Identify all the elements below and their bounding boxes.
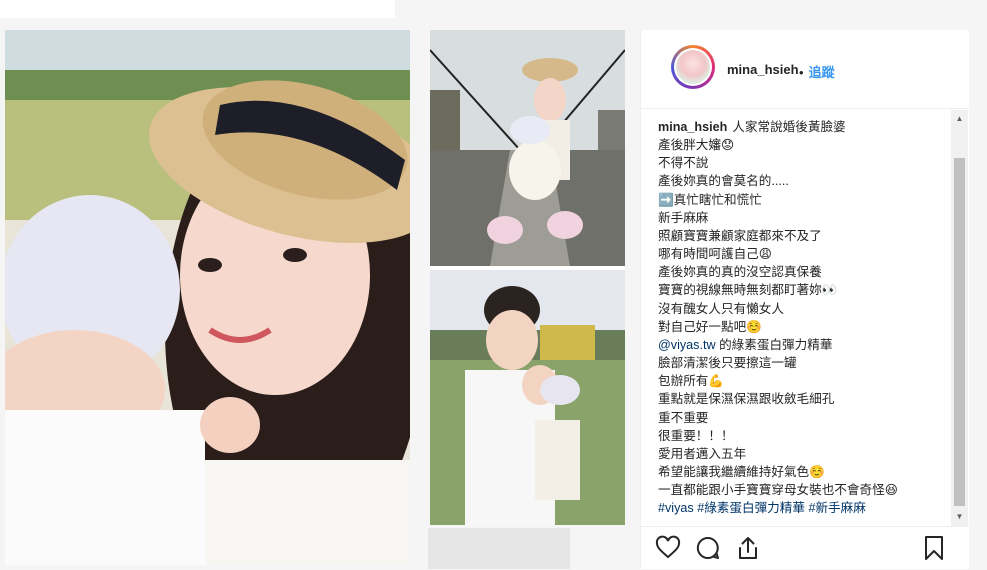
caption-line: 照顧寶寶兼顧家庭都來不及了 [658,228,822,243]
post-username[interactable]: mina_hsieh [727,62,799,77]
heart-icon[interactable] [655,535,681,561]
collage-footer [428,528,570,569]
caption-line: 新手麻麻 [658,210,709,225]
caption-line: 的綠素蛋白彈力精華 [715,337,833,352]
caption-line: 重點就是保濕保濕跟收斂毛細孔 [658,392,835,407]
scroll-down-arrow-icon[interactable]: ▼ [951,510,968,524]
caption-line: 不得不說 [658,156,709,171]
action-bar [641,526,969,570]
caption-line: 產後妳真的會莫名的..... [658,174,789,189]
caption-line: 希望能讓我繼續維持好氣色☺️ [658,464,825,479]
caption-line: 寶寶的視線無時無刻都盯著妳👀 [658,283,838,298]
caption-scrollbar[interactable]: ▲ ▼ [951,110,968,526]
caption: mina_hsieh 人家常說婚後黃臉婆 產後胖大嬸😟 不得不說 產後妳真的會莫名… [658,118,948,516]
follow-label: 追蹤 [808,65,835,80]
collage-top-art [430,30,625,266]
main-photo[interactable] [5,30,410,565]
caption-line: 愛用者邁入五年 [658,446,747,461]
caption-line: 哪有時間呵護自己😩 [658,247,772,262]
collage-bottom-art [430,270,625,525]
caption-line: 產後妳真的真的沒空認真保養 [658,265,822,280]
top-strip [0,0,395,18]
follow-button[interactable]: • 追蹤 [799,62,835,81]
separator-dot: • [799,65,804,80]
hashtags-link[interactable]: #viyas #綠素蛋白彈力精華 #新手麻麻 [658,499,948,516]
caption-line: 沒有醜女人只有懶女人 [658,301,784,316]
scrollbar-thumb[interactable] [954,158,965,506]
avatar[interactable] [671,45,715,89]
post-panel: mina_hsieh • 追蹤 mina_hsieh 人家常說婚後黃臉婆 產後胖大嬸… [640,30,969,569]
caption-line: 很重要！！！ [658,428,734,443]
collage-photo-top[interactable] [430,30,625,266]
scroll-up-arrow-icon[interactable]: ▲ [951,112,968,126]
bookmark-icon[interactable] [921,535,947,561]
caption-line: 重不重要 [658,410,709,425]
photo-collage[interactable] [430,30,625,525]
post-header: mina_hsieh • 追蹤 [641,30,969,109]
share-icon[interactable] [735,535,761,561]
caption-line: 臉部清潔後只要擦這一罐 [658,356,797,371]
caption-line: 對自己好一點吧☺️ [658,319,762,334]
comment-icon[interactable] [695,535,721,561]
caption-line: 包辦所有💪 [658,374,725,389]
caption-line: ➡️真忙瞎忙和慌忙 [658,192,762,207]
caption-line: 人家常說婚後黃臉婆 [732,120,846,134]
caption-line: 一直都能跟小手寶寶穿母女裝也不會奇怪😆 [658,483,898,498]
caption-line: 產後胖大嬸😟 [658,138,735,153]
main-photo-art [5,30,410,565]
mention-link[interactable]: @viyas.tw [658,338,716,352]
caption-username[interactable]: mina_hsieh [658,120,727,134]
collage-photo-bottom[interactable] [430,270,625,525]
